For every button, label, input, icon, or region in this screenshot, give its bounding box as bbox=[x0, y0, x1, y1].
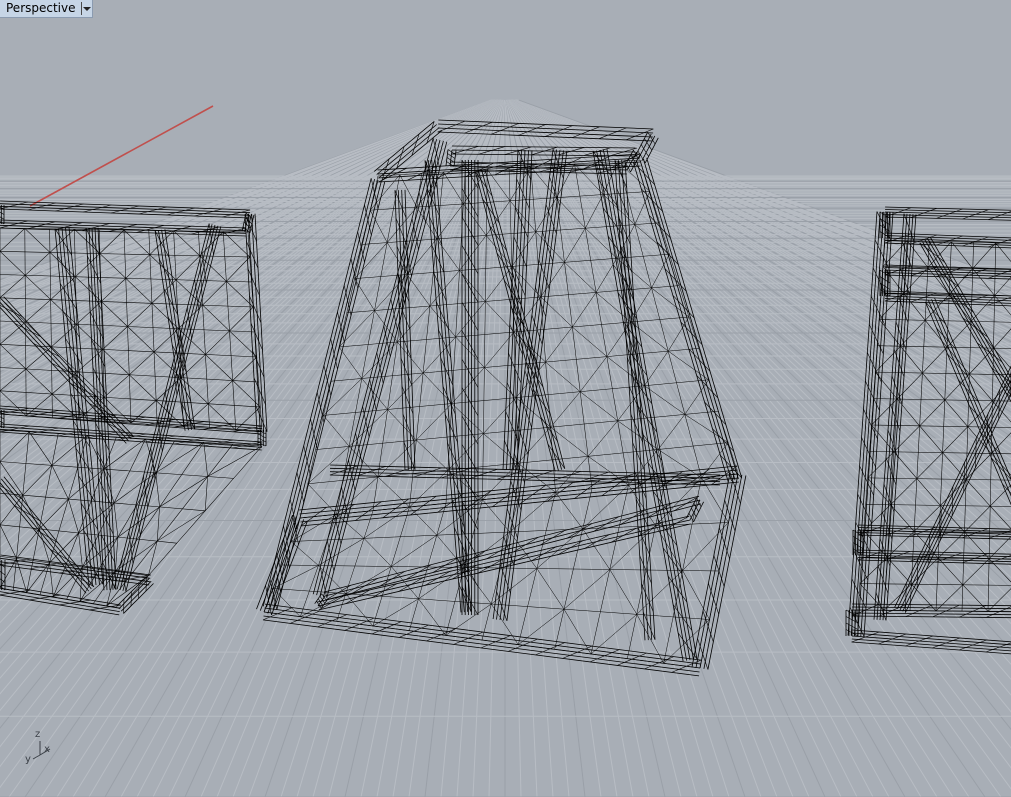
viewport-title-tab[interactable]: Perspective bbox=[0, 0, 93, 18]
perspective-viewport[interactable]: z x y Perspective bbox=[0, 0, 1011, 797]
chevron-down-icon[interactable] bbox=[82, 0, 92, 17]
x-axis-line bbox=[29, 105, 214, 207]
axis-label-x: x bbox=[44, 744, 50, 755]
viewport-name-label[interactable]: Perspective bbox=[0, 0, 81, 17]
axis-triad: z x y bbox=[25, 729, 51, 765]
viewport-scene[interactable]: z x y bbox=[0, 0, 1011, 797]
construction-grid bbox=[0, 99, 1011, 797]
axis-label-y: y bbox=[25, 754, 31, 765]
axis-label-z: z bbox=[35, 729, 40, 740]
